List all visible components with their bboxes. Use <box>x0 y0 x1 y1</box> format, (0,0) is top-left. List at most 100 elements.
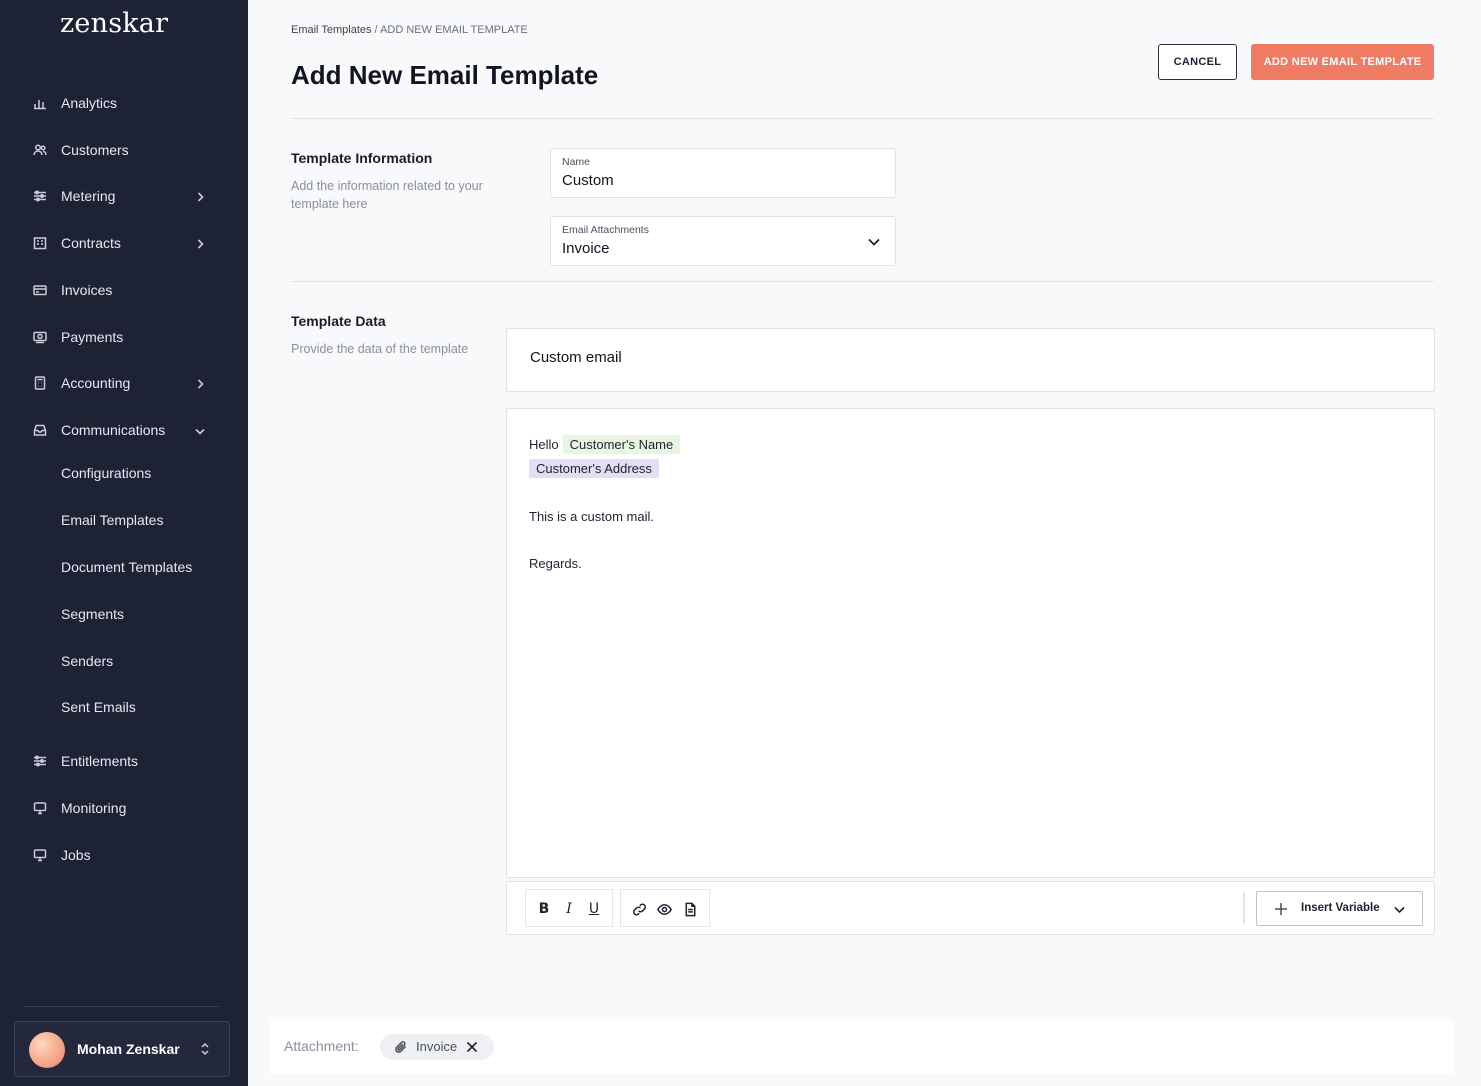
sidebar: zenskar Analytics Customers Metering Con… <box>0 0 248 1086</box>
insert-variable-button[interactable]: Insert Variable <box>1256 891 1423 926</box>
body-line-regards: Regards. <box>529 556 582 571</box>
attachment-chip-label: Invoice <box>416 1039 458 1054</box>
chevron-right-icon <box>194 377 206 389</box>
sidebar-item-label: Document Templates <box>61 559 193 575</box>
chevron-down-icon <box>194 424 206 436</box>
breadcrumb-link-email-templates[interactable]: Email Templates <box>291 24 372 36</box>
subject-value: Custom email <box>530 349 622 366</box>
chevron-down-icon <box>1393 903 1406 916</box>
email-attachments-label: Email Attachments <box>562 224 649 236</box>
link-icon[interactable] <box>629 899 649 919</box>
attachment-bar: Attachment: Invoice <box>270 1020 1454 1074</box>
plus-icon <box>1274 902 1288 916</box>
body-line-text: This is a custom mail. <box>529 509 654 524</box>
sidebar-item-jobs[interactable]: Jobs <box>0 837 248 873</box>
sliders-icon <box>33 189 47 203</box>
close-icon[interactable] <box>465 1040 479 1054</box>
sidebar-subitem-segments[interactable]: Segments <box>0 598 248 630</box>
sidebar-item-label: Accounting <box>61 375 131 391</box>
insert-group <box>620 889 710 927</box>
sidebar-item-label: Entitlements <box>61 753 139 769</box>
sidebar-item-metering[interactable]: Metering <box>0 178 248 214</box>
sidebar-item-label: Analytics <box>61 95 118 111</box>
sidebar-item-label: Monitoring <box>61 800 127 816</box>
sidebar-item-contracts[interactable]: Contracts <box>0 225 248 261</box>
variable-customer-address[interactable]: Customer's Address <box>529 459 659 478</box>
card-icon <box>33 283 47 297</box>
underline-button[interactable]: U <box>584 899 604 919</box>
email-attachments-select[interactable]: Email Attachments Invoice <box>550 216 896 266</box>
email-body-editor[interactable]: Hello Customer's Name Customer's Address … <box>506 408 1435 878</box>
insert-variable-label: Insert Variable <box>1301 902 1380 914</box>
attachment-chip[interactable]: Invoice <box>380 1034 494 1060</box>
paperclip-icon <box>394 1040 408 1054</box>
toolbar-separator <box>1243 892 1245 924</box>
user-menu[interactable]: Mohan Zenskar <box>14 1021 230 1077</box>
name-field-value: Custom <box>562 172 614 189</box>
eye-icon[interactable] <box>654 899 674 919</box>
sidebar-item-accounting[interactable]: Accounting <box>0 365 248 401</box>
variable-customer-name[interactable]: Customer's Name <box>562 435 681 454</box>
bar-chart-icon <box>33 96 47 110</box>
sliders-icon <box>33 754 47 768</box>
template-information-title: Template Information <box>291 150 433 166</box>
sidebar-item-label: Invoices <box>61 282 113 298</box>
add-email-template-button[interactable]: ADD NEW EMAIL TEMPLATE <box>1251 44 1434 80</box>
sidebar-subitem-document-templates[interactable]: Document Templates <box>0 551 248 583</box>
sidebar-subitem-sent-emails[interactable]: Sent Emails <box>0 691 248 723</box>
breadcrumb-separator: / <box>371 24 381 36</box>
inbox-icon <box>33 423 47 437</box>
sidebar-item-invoices[interactable]: Invoices <box>0 272 248 308</box>
format-group: B I U <box>525 889 613 927</box>
chevron-down-icon <box>867 235 881 249</box>
editor-toolbar: B I U Insert Variable <box>506 881 1435 935</box>
cancel-button[interactable]: CANCEL <box>1158 44 1237 80</box>
chevron-up-down-icon <box>199 1041 211 1057</box>
chevron-right-icon <box>194 190 206 202</box>
calculator-icon <box>33 376 47 390</box>
cash-icon <box>33 330 47 344</box>
monitor-icon <box>33 848 47 862</box>
body-line-greeting: Hello Customer's Name <box>529 435 681 454</box>
user-name: Mohan Zenskar <box>77 1041 180 1057</box>
bold-button[interactable]: B <box>534 899 554 919</box>
sidebar-item-label: Senders <box>61 653 114 669</box>
breadcrumb-current: ADD NEW EMAIL TEMPLATE <box>380 24 528 36</box>
sidebar-item-customers[interactable]: Customers <box>0 132 248 168</box>
sidebar-item-analytics[interactable]: Analytics <box>0 85 248 121</box>
divider <box>291 118 1434 119</box>
sidebar-subitem-configurations[interactable]: Configurations <box>0 457 248 489</box>
document-icon[interactable] <box>680 899 700 919</box>
avatar <box>29 1032 65 1068</box>
attachment-label: Attachment: <box>284 1038 359 1054</box>
sidebar-item-label: Jobs <box>61 847 91 863</box>
sidebar-item-label: Communications <box>61 422 166 438</box>
sidebar-item-payments[interactable]: Payments <box>0 319 248 355</box>
italic-button[interactable]: I <box>559 899 579 919</box>
name-field[interactable]: Name Custom <box>550 148 896 198</box>
template-information-description: Add the information related to your temp… <box>291 179 483 211</box>
email-attachments-value: Invoice <box>562 240 610 257</box>
sidebar-item-communications[interactable]: Communications <box>0 412 248 448</box>
sidebar-item-label: Email Templates <box>61 512 164 528</box>
sidebar-item-label: Contracts <box>61 235 121 251</box>
sidebar-item-label: Customers <box>61 142 129 158</box>
sidebar-item-entitlements[interactable]: Entitlements <box>0 743 248 779</box>
body-line-address: Customer's Address <box>529 459 659 478</box>
sidebar-item-label: Configurations <box>61 465 152 481</box>
monitor-icon <box>33 801 47 815</box>
breadcrumb: Email Templates / ADD NEW EMAIL TEMPLATE <box>291 24 528 36</box>
sidebar-divider <box>24 1006 219 1007</box>
sidebar-subitem-senders[interactable]: Senders <box>0 645 248 677</box>
sidebar-subitem-email-templates[interactable]: Email Templates <box>0 504 248 536</box>
page-title: Add New Email Template <box>291 60 599 90</box>
subject-input[interactable]: Custom email <box>506 328 1435 392</box>
name-field-label: Name <box>562 156 591 168</box>
users-icon <box>33 143 47 157</box>
sidebar-item-label: Sent Emails <box>61 699 136 715</box>
greeting-text: Hello <box>529 437 559 452</box>
app-logo[interactable]: zenskar <box>60 8 168 39</box>
sidebar-item-monitoring[interactable]: Monitoring <box>0 790 248 826</box>
template-data-title: Template Data <box>291 313 386 329</box>
sidebar-item-label: Metering <box>61 188 116 204</box>
